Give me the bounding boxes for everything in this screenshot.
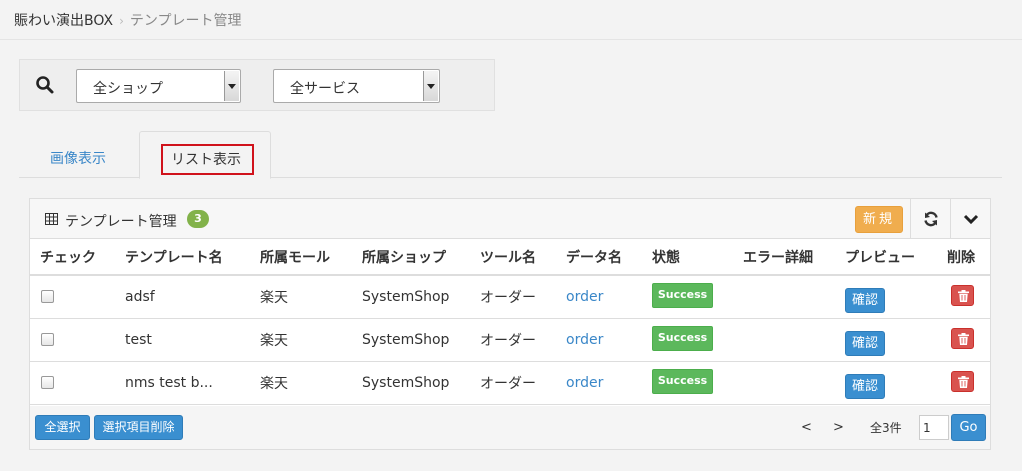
trash-icon [958,376,969,388]
trash-icon [958,290,969,303]
delete-selected-button[interactable]: 選択項目削除 [94,415,183,440]
panel-footer: 全選択 選択項目削除 < > 全3件 1 Go [30,406,990,449]
total-count: 全3件 [870,421,902,435]
page-input[interactable]: 1 [919,415,949,440]
row-tool: オーダー [480,318,566,362]
col-delete: 削除 [947,239,990,276]
count-badge: 3 [187,210,209,228]
row-error [743,275,845,319]
table-icon [45,213,58,225]
tab-list-label: リスト表示 [171,152,241,168]
row-tool: オーダー [480,275,566,319]
row-tool: オーダー [480,361,566,405]
row-checkbox[interactable] [41,290,54,304]
table-row: adsf 楽天 SystemShop オーダー order Success 確認 [30,275,990,319]
table-row: nms test b... 楽天 SystemShop オーダー order S… [30,361,990,405]
tab-list-view[interactable]: リスト表示 [139,131,271,179]
prev-page-button[interactable]: < [801,420,812,435]
row-template-name: adsf [125,275,260,319]
breadcrumb: 賑わい演出BOX › テンプレート管理 [0,0,1022,40]
template-table: チェック テンプレート名 所属モール 所属ショップ ツール名 データ名 状態 エ… [30,239,990,405]
col-shop: 所属ショップ [362,239,480,276]
delete-button[interactable] [951,371,974,392]
breadcrumb-current: テンプレート管理 [129,13,242,29]
row-shop: SystemShop [362,275,480,319]
shop-select[interactable]: 全ショップ [76,69,241,103]
next-page-button[interactable]: > [833,420,844,435]
table-row: test 楽天 SystemShop オーダー order Success 確認 [30,318,990,362]
breadcrumb-separator: › [119,14,124,28]
trash-icon [958,333,969,345]
row-mall: 楽天 [260,275,362,319]
delete-button[interactable] [951,285,974,307]
shop-select-value: 全ショップ [93,81,163,97]
col-check: チェック [30,239,125,276]
chevron-down-icon [224,71,239,101]
delete-button[interactable] [951,328,974,349]
col-preview: プレビュー [845,239,947,276]
row-template-name: nms test b... [125,361,260,405]
col-tool: ツール名 [480,239,566,276]
breadcrumb-root[interactable]: 賑わい演出BOX [14,13,113,29]
row-data-link[interactable]: order [566,289,603,305]
preview-button[interactable]: 確認 [845,288,885,314]
row-shop: SystemShop [362,361,480,405]
service-select[interactable]: 全サービス [273,69,440,103]
row-mall: 楽天 [260,318,362,362]
view-tabs: 画像表示 リスト表示 [19,131,1002,179]
row-checkbox[interactable] [41,333,54,346]
row-mall: 楽天 [260,361,362,405]
chevron-down-icon [423,71,438,101]
new-button[interactable]: 新規 [855,206,903,233]
col-data: データ名 [566,239,652,276]
row-data-link[interactable]: order [566,375,603,391]
panel-title: テンプレート管理 [65,214,177,230]
status-badge: Success [652,283,713,309]
chevron-down-icon [963,214,979,225]
row-data-link[interactable]: order [566,332,603,348]
filter-bar: 全ショップ 全サービス [19,59,495,111]
col-template-name: テンプレート名 [125,239,260,276]
row-template-name: test [125,318,260,362]
select-all-button[interactable]: 全選択 [35,415,90,440]
table-header-row: チェック テンプレート名 所属モール 所属ショップ ツール名 データ名 状態 エ… [30,239,990,276]
collapse-button[interactable] [950,199,990,239]
template-panel: テンプレート管理 3 新規 チェック テンプレート名 所属モール 所属ショップ [29,198,991,450]
status-badge: Success [652,326,713,351]
status-badge: Success [652,369,713,394]
tab-image-view[interactable]: 画像表示 [19,131,137,178]
service-select-value: 全サービス [290,81,360,97]
preview-button[interactable]: 確認 [845,374,885,399]
row-error [743,318,845,362]
col-status: 状態 [652,239,743,276]
go-button[interactable]: Go [951,414,986,441]
refresh-icon [924,211,938,227]
panel-header: テンプレート管理 3 新規 [30,199,990,239]
row-checkbox[interactable] [41,376,54,389]
search-icon [36,76,54,94]
preview-button[interactable]: 確認 [845,331,885,356]
col-mall: 所属モール [260,239,362,276]
col-error: エラー詳細 [743,239,845,276]
row-error [743,361,845,405]
refresh-button[interactable] [910,199,950,239]
row-shop: SystemShop [362,318,480,362]
